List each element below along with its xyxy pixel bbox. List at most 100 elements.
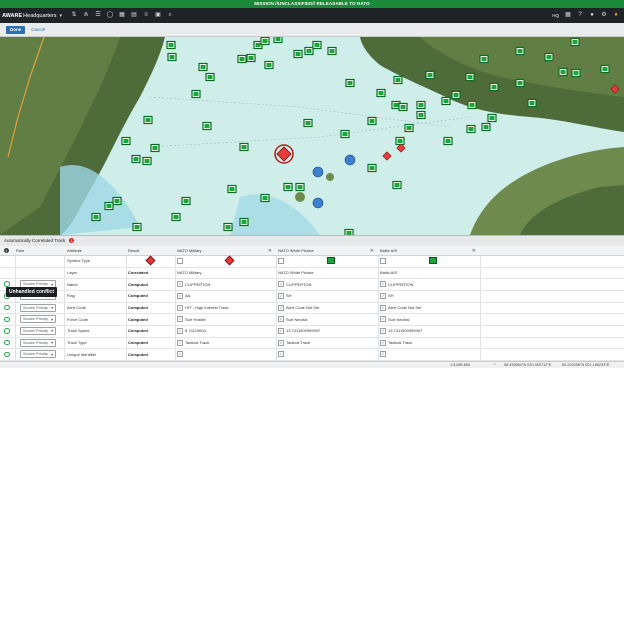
- checkbox[interactable]: ✓: [380, 339, 386, 346]
- settings-icon[interactable]: ⚙: [600, 11, 609, 20]
- checkbox[interactable]: ✓: [380, 316, 386, 323]
- list-icon[interactable]: ☰: [94, 11, 103, 20]
- col-header-source2[interactable]: NATO White Picture ✕: [278, 246, 376, 255]
- result-cell: Computed: [128, 328, 148, 334]
- track-symbol-fill: [378, 91, 384, 95]
- close-icon[interactable]: ✕: [370, 248, 374, 254]
- brand-logo[interactable]: AWAREHeadquarters: [0, 13, 57, 19]
- source1-cell[interactable]: ✓ Tactical Track: [177, 337, 274, 349]
- rule-select[interactable]: Source Priority▾: [20, 303, 56, 312]
- status-ok-icon: [4, 316, 10, 323]
- source3-cell[interactable]: ✓ CLIPPERTON: [380, 278, 478, 290]
- checkbox[interactable]: ✓: [278, 327, 284, 334]
- search-icon[interactable]: ⌕: [166, 11, 175, 20]
- col-header-source3[interactable]: Baltic AIS ✕: [380, 246, 478, 255]
- source1-cell[interactable]: ✓ HIT - High Interest Track: [177, 302, 274, 314]
- hierarchy-icon[interactable]: ⋔: [82, 11, 91, 20]
- close-icon[interactable]: ✕: [268, 248, 272, 254]
- result-cell: Computed: [128, 281, 148, 287]
- bell-icon[interactable]: ♦: [612, 11, 621, 20]
- attribute-cell: Force Code: [67, 316, 88, 322]
- checkbox[interactable]: ✓: [177, 304, 183, 311]
- col-header-result[interactable]: Result: [128, 246, 173, 255]
- chevron-up-icon[interactable]: ^: [494, 363, 496, 367]
- source1-cell[interactable]: ✓: [177, 349, 274, 361]
- track-symbol-fill: [445, 139, 451, 143]
- rule-select[interactable]: Source Priority▾: [20, 326, 56, 335]
- chat-icon[interactable]: ◯: [106, 11, 115, 20]
- checkbox[interactable]: ✓: [278, 316, 284, 323]
- checkbox[interactable]: ✓: [177, 281, 183, 288]
- table-row: Layer Correlated NATO Military NATO White P…: [0, 267, 624, 280]
- checkbox[interactable]: ✓: [177, 292, 183, 299]
- done-button[interactable]: Done: [6, 25, 26, 34]
- col-header-attribute[interactable]: Attribute: [67, 246, 125, 255]
- checkbox[interactable]: ✓: [278, 351, 284, 358]
- checkbox[interactable]: ✓: [177, 316, 183, 323]
- source2-cell[interactable]: ✓ Surf Neutral: [278, 314, 376, 326]
- table-icon[interactable]: ▤: [130, 11, 139, 20]
- result-cell: [128, 255, 173, 267]
- map-canvas[interactable]: [0, 37, 624, 235]
- document-icon[interactable]: ▣: [154, 11, 163, 20]
- source2-cell[interactable]: ✓ CLIPPERTON: [278, 278, 376, 290]
- source1-cell[interactable]: ✓ AA: [177, 290, 274, 302]
- checkbox[interactable]: ✓: [177, 351, 183, 358]
- track-symbol-fill: [418, 103, 424, 107]
- source1-cell[interactable]: ✓ Surf Hostile: [177, 314, 274, 326]
- source2-cell[interactable]: ✓ 13.7411900999997: [278, 325, 376, 337]
- source3-cell[interactable]: [380, 255, 478, 267]
- user-icon[interactable]: ●: [588, 11, 597, 20]
- source3-cell[interactable]: ✓ Alert Code Not Set: [380, 302, 478, 314]
- checkbox[interactable]: ✓: [380, 281, 386, 288]
- checkbox[interactable]: ✓: [278, 304, 284, 311]
- checkbox[interactable]: ✓: [177, 339, 183, 346]
- hq-label[interactable]: HQ: [552, 13, 559, 18]
- source1-cell[interactable]: NATO Military: [177, 267, 274, 279]
- checkbox[interactable]: ✓: [380, 304, 386, 311]
- source3-cell[interactable]: ✓ Surf Neutral: [380, 314, 478, 326]
- rule-select[interactable]: Source Priority▾: [20, 338, 56, 347]
- rule-select[interactable]: Source Priority▾: [20, 350, 56, 359]
- checkbox[interactable]: ✓: [380, 292, 386, 299]
- conflict-tooltip: Unhandled conflict: [6, 287, 57, 297]
- checkbox[interactable]: ✓: [177, 327, 183, 334]
- source1-cell[interactable]: ✓ CLIPPERTON: [177, 278, 274, 290]
- checkbox[interactable]: ✓: [278, 281, 284, 288]
- checkbox[interactable]: ✓: [380, 351, 386, 358]
- chevron-down-icon[interactable]: ▾: [60, 13, 63, 19]
- close-icon[interactable]: ✕: [472, 248, 476, 254]
- track-symbol-fill: [369, 119, 375, 123]
- source1-cell[interactable]: [177, 255, 274, 267]
- col-header-source1[interactable]: NATO Military ✕: [177, 246, 274, 255]
- calendar-icon[interactable]: ▦: [564, 11, 573, 20]
- checkbox[interactable]: ✓: [380, 327, 386, 334]
- hostile-symbol-icon: [224, 255, 235, 266]
- checkbox[interactable]: ✓: [278, 292, 284, 299]
- source2-cell[interactable]: NATO White Picture: [278, 267, 376, 279]
- layers-icon[interactable]: ⇅: [70, 11, 79, 20]
- source1-cell[interactable]: ✓ 5.74119004: [177, 325, 274, 337]
- checkbox[interactable]: ✓: [278, 339, 284, 346]
- source3-cell[interactable]: ✓ 13.7411900999997: [380, 325, 478, 337]
- grid-icon[interactable]: ▦: [118, 11, 127, 20]
- source2-cell[interactable]: [278, 255, 376, 267]
- source2-cell[interactable]: ✓ Tactical Track: [278, 337, 376, 349]
- source3-cell[interactable]: Baltic AIS: [380, 267, 478, 279]
- col-header-rule[interactable]: Rule: [16, 246, 62, 255]
- map-view[interactable]: [0, 37, 624, 235]
- track-symbol-fill: [400, 105, 406, 109]
- source2-cell[interactable]: ✓ SH: [278, 290, 376, 302]
- help-icon[interactable]: ?: [576, 11, 585, 20]
- source3-cell[interactable]: ✓ Tactical Track: [380, 337, 478, 349]
- source2-cell[interactable]: ✓ Alert Code Not Set: [278, 302, 376, 314]
- cancel-button[interactable]: Cancel: [31, 27, 45, 32]
- warning-badge[interactable]: 1: [69, 238, 75, 244]
- result-cell: Computed: [128, 340, 148, 346]
- source3-cell[interactable]: ✓ SH: [380, 290, 478, 302]
- source2-cell[interactable]: ✓: [278, 349, 376, 361]
- source3-cell[interactable]: ✓: [380, 349, 478, 361]
- rule-select[interactable]: Source Priority▾: [20, 315, 56, 324]
- stack-icon[interactable]: ≡: [142, 11, 151, 20]
- info-icon[interactable]: i: [4, 248, 9, 253]
